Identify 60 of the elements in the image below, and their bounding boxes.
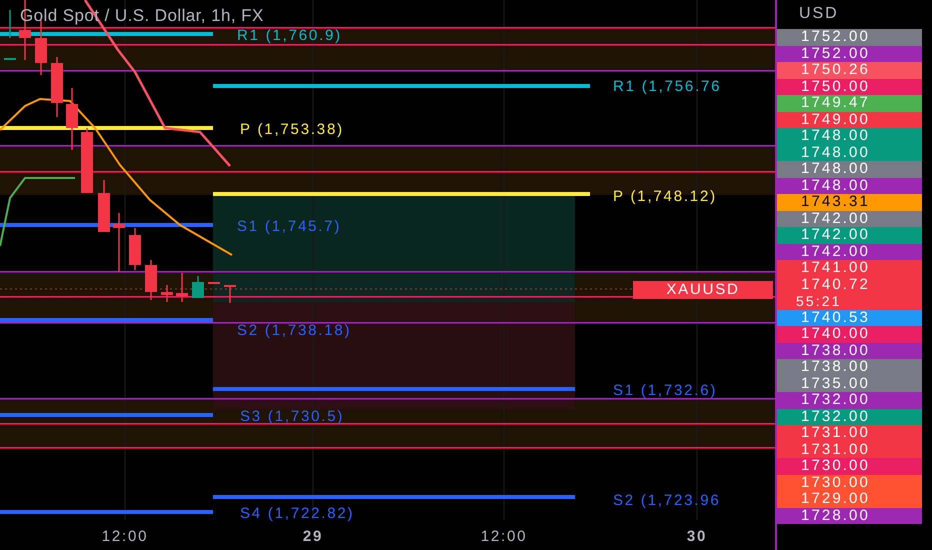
price-value: 1731.00 xyxy=(801,442,870,458)
price-value: 1732.00 xyxy=(801,392,870,408)
pivot-label: S4 (1,722.82) xyxy=(240,505,354,523)
candlestick xyxy=(161,285,173,302)
price-value: 1730.00 xyxy=(801,458,870,474)
price-value: 1728.00 xyxy=(801,508,870,524)
candlestick xyxy=(192,276,204,298)
price-value: 1752.00 xyxy=(801,29,870,46)
candlestick xyxy=(81,128,93,193)
price-value: 1748.00 xyxy=(801,144,870,161)
candlestick xyxy=(4,10,16,60)
price-value: 1742.00 xyxy=(801,210,870,227)
price-value: 1731.00 xyxy=(801,425,870,442)
time-axis-label: 12:00 xyxy=(102,527,148,547)
candlestick xyxy=(66,88,78,150)
price-value: 1730.00 xyxy=(801,474,870,491)
pivot-label: S2 (1,723.96 xyxy=(613,492,720,510)
price-value: 1749.47 xyxy=(801,95,870,112)
price-value: 1738.00 xyxy=(801,359,870,376)
symbol-tag: XAUUSD xyxy=(633,281,773,299)
candlestick xyxy=(145,260,157,300)
price-value: 1748.00 xyxy=(801,161,870,178)
price-value: 1741.00 xyxy=(801,260,870,276)
pivot-label: S1 (1,745.7) xyxy=(237,218,342,236)
price-value: 1742.00 xyxy=(801,244,870,260)
candlestick xyxy=(35,20,47,75)
candlestick xyxy=(98,180,110,232)
candlestick xyxy=(208,282,220,284)
price-value: 1729.00 xyxy=(801,491,870,508)
time-axis-label: 30 xyxy=(686,527,708,547)
candlestick xyxy=(176,273,188,302)
pivot-label: S3 (1,730.5) xyxy=(240,408,344,426)
pivot-label: P (1,748.12) xyxy=(613,188,717,206)
candlestick xyxy=(224,285,236,303)
bar-countdown: 55:21 xyxy=(796,293,842,310)
price-value: 1743.31 xyxy=(801,194,870,210)
price-value: 1750.26 xyxy=(801,62,870,78)
candlestick xyxy=(113,213,125,272)
price-value: 1752.00 xyxy=(801,46,870,62)
pivot-label: R1 (1,760.9) xyxy=(237,27,342,45)
pivot-label: R1 (1,756.76 xyxy=(613,78,722,96)
price-value: 1749.00 xyxy=(801,112,870,128)
candlestick xyxy=(51,57,63,117)
price-value: 1742.00 xyxy=(801,227,870,244)
time-axis-label: 12:00 xyxy=(480,527,528,547)
price-value: 1748.00 xyxy=(801,178,870,194)
pivot-label: S2 (1,738.18) xyxy=(237,322,352,340)
price-value: 1740.00 xyxy=(801,326,870,342)
price-value: 1750.00 xyxy=(801,78,870,95)
price-value: 1732.00 xyxy=(801,408,870,425)
price-value: 1735.00 xyxy=(801,376,870,392)
candlestick xyxy=(129,228,141,270)
price-value: 1748.00 xyxy=(801,128,870,144)
currency-label: USD xyxy=(798,4,840,24)
time-axis-label: 29 xyxy=(302,527,324,547)
pivot-label: S1 (1,732.6) xyxy=(613,382,718,400)
pivot-label: P (1,753.38) xyxy=(240,121,344,139)
price-value: 1740.72 xyxy=(801,276,870,293)
price-value: 1738.00 xyxy=(801,342,870,359)
price-value: 1740.53 xyxy=(801,310,870,326)
